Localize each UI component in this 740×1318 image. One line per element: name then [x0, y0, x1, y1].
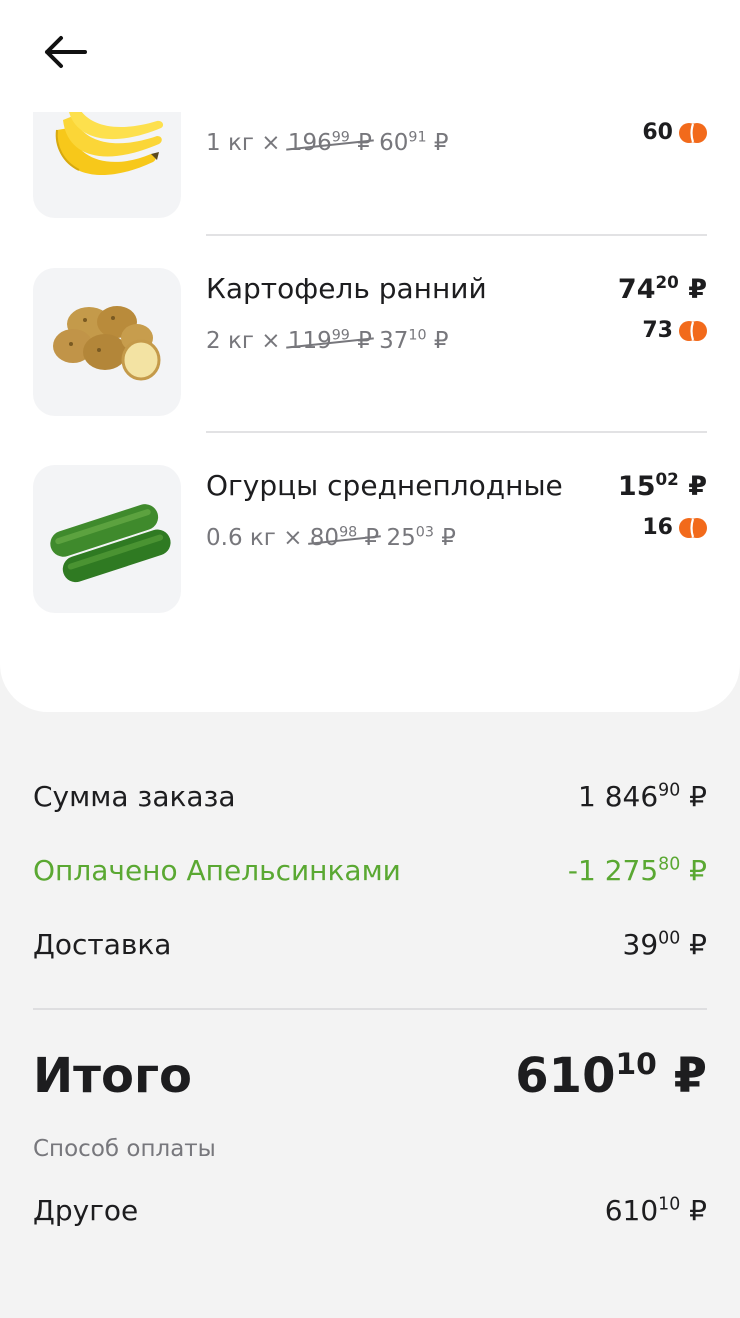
payment-method-value: 61010 ₽ — [604, 1194, 707, 1227]
paid-value: -1 27580 ₽ — [567, 854, 707, 887]
order-sum-label: Сумма заказа — [33, 780, 236, 813]
item-price: 1502 ₽ — [617, 468, 707, 502]
item-divider — [206, 234, 707, 236]
list-item[interactable]: Огурцы среднеплодные 0.6 кг × 8098 ₽ 250… — [0, 465, 740, 615]
arrow-left-icon — [45, 36, 87, 68]
bonus-badge: 60 — [642, 120, 707, 145]
total-label: Итого — [33, 1048, 193, 1104]
item-name: Огурцы среднеплодные — [206, 469, 563, 502]
orange-icon — [679, 122, 707, 143]
delivery-value: 3900 ₽ — [622, 928, 707, 961]
payment-method-row: Другое 61010 ₽ — [33, 1194, 707, 1227]
bonus-badge: 73 — [642, 318, 707, 343]
payment-method-name: Другое — [33, 1194, 139, 1227]
old-price: 8098 ₽ — [309, 524, 380, 551]
item-name: Картофель ранний — [206, 272, 487, 305]
old-price: 11999 ₽ — [287, 327, 372, 354]
top-bar — [0, 0, 740, 112]
potato-image — [33, 268, 181, 416]
new-price: 3710 ₽ — [379, 327, 449, 354]
paid-with-bonus-row: Оплачено Апельсинками -1 27580 ₽ — [33, 854, 707, 887]
item-quantity: 2 кг × 11999 ₽ 3710 ₽ — [206, 327, 449, 354]
new-price: 6091 ₽ — [379, 129, 449, 156]
summary-divider — [33, 1008, 707, 1010]
delivery-row: Доставка 3900 ₽ — [33, 928, 707, 961]
paid-label: Оплачено Апельсинками — [33, 854, 401, 887]
item-price: 7420 ₽ — [617, 271, 707, 305]
order-sum-row: Сумма заказа 1 84690 ₽ — [33, 780, 707, 813]
back-button[interactable] — [30, 26, 100, 78]
order-sum-value: 1 84690 ₽ — [578, 780, 707, 813]
orange-icon — [679, 320, 707, 341]
item-quantity: 1 кг × 19699 ₽ 6091 ₽ — [206, 129, 449, 156]
list-item[interactable]: Картофель ранний 2 кг × 11999 ₽ 3710 ₽ 7… — [0, 268, 740, 418]
total-value: 61010 ₽ — [515, 1047, 707, 1104]
item-divider — [206, 431, 707, 433]
cucumber-image — [33, 465, 181, 613]
order-items-card: 1 кг × 19699 ₽ 6091 ₽ 60 Картофель ранни… — [0, 0, 740, 712]
bonus-badge: 16 — [642, 515, 707, 540]
item-quantity: 0.6 кг × 8098 ₽ 2503 ₽ — [206, 524, 456, 551]
new-price: 2503 ₽ — [386, 524, 456, 551]
payment-method-label: Способ оплаты — [33, 1136, 216, 1162]
total-row: Итого 61010 ₽ — [33, 1048, 707, 1104]
old-price: 19699 ₽ — [287, 129, 372, 156]
orange-icon — [679, 517, 707, 538]
delivery-label: Доставка — [33, 928, 172, 961]
